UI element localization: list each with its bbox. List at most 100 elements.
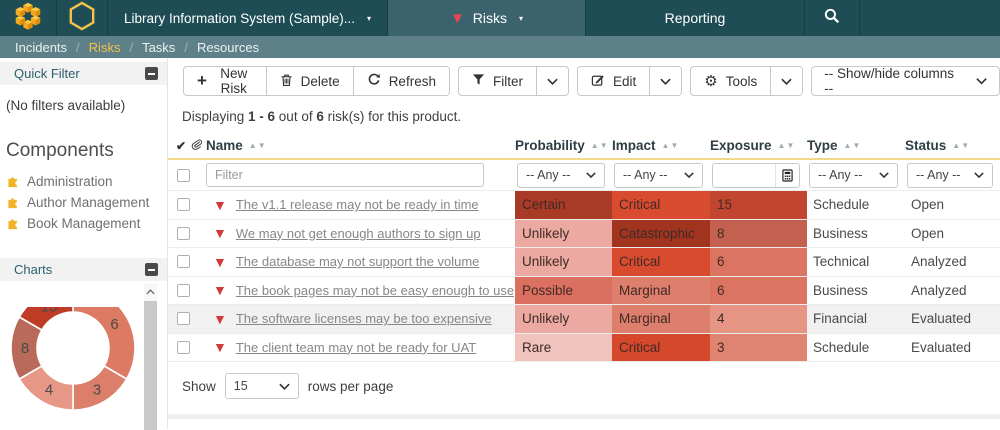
collapse-panel-button[interactable]	[145, 263, 158, 276]
sort-desc-icon[interactable]: ▼	[258, 141, 266, 150]
status-cell: Evaluated	[905, 305, 1000, 333]
row-checkbox[interactable]	[177, 284, 190, 297]
quick-filter-title: Quick Filter	[14, 66, 80, 81]
rows-per-page-select[interactable]: 15	[225, 373, 299, 399]
risk-name-link[interactable]: The software licenses may be too expensi…	[236, 311, 492, 326]
type-filter-select[interactable]: -- Any --	[809, 163, 898, 188]
row-checkbox[interactable]	[177, 255, 190, 268]
puzzle-icon	[6, 194, 20, 212]
scrollbar-thumb[interactable]	[144, 301, 157, 430]
breadcrumb-resources[interactable]: Resources	[197, 40, 259, 55]
row-checkbox[interactable]	[177, 227, 190, 240]
charts-panel-header: Charts	[0, 258, 167, 281]
status-cell: Open	[905, 220, 1000, 248]
filter-button[interactable]: Filter	[458, 66, 536, 96]
component-item-label: Administration	[27, 174, 113, 189]
bottom-divider	[168, 414, 1000, 419]
risk-name-link[interactable]: The v1.1 release may not be ready in tim…	[236, 197, 479, 212]
column-header-status[interactable]: Status ▲▼	[905, 138, 1000, 153]
product-menu[interactable]: Library Information System (Sample)... ▾	[108, 0, 388, 36]
breadcrumb-separator: /	[184, 40, 188, 55]
name-filter-input[interactable]	[206, 163, 484, 187]
sort-desc-icon[interactable]: ▼	[852, 141, 860, 150]
nav-menu-risks[interactable]: ▼ Risks ▾	[388, 0, 586, 36]
tools-dropdown-button[interactable]	[770, 66, 803, 96]
column-header-type[interactable]: Type ▲▼	[807, 138, 905, 153]
sort-asc-icon[interactable]: ▲	[591, 141, 599, 150]
delete-button[interactable]: Delete	[266, 66, 353, 96]
table-filter-row: -- Any -- -- Any --	[168, 160, 1000, 191]
nav-menu-reporting[interactable]: Reporting	[586, 0, 805, 36]
plus-icon: +	[197, 72, 207, 89]
puzzle-icon	[6, 215, 20, 233]
show-hide-columns-select[interactable]: -- Show/hide columns --	[811, 66, 1000, 96]
component-item-author-management[interactable]: Author Management	[0, 192, 167, 213]
row-checkbox[interactable]	[177, 341, 190, 354]
sort-asc-icon[interactable]: ▲	[778, 141, 786, 150]
breadcrumb-tasks[interactable]: Tasks	[142, 40, 175, 55]
select-all-check-icon[interactable]: ✔	[176, 139, 186, 153]
sort-desc-icon[interactable]: ▼	[786, 141, 794, 150]
rows-per-page-label: rows per page	[308, 379, 394, 394]
breadcrumb-incidents[interactable]: Incidents	[15, 40, 67, 55]
tools-button[interactable]: ⚙ Tools	[690, 66, 770, 96]
row-checkbox[interactable]	[177, 198, 190, 211]
type-cell: Financial	[807, 305, 905, 333]
risk-name-link[interactable]: We may not get enough authors to sign up	[236, 226, 481, 241]
edit-split-button: Edit	[577, 66, 682, 96]
column-header-probability[interactable]: Probability ▲▼	[515, 138, 612, 153]
donut-segment-label: 8	[21, 340, 29, 357]
component-item-book-management[interactable]: Book Management	[0, 213, 167, 234]
column-header-impact[interactable]: Impact ▲▼	[612, 138, 710, 153]
sort-desc-icon[interactable]: ▼	[961, 141, 969, 150]
collapse-panel-button[interactable]	[145, 67, 158, 80]
refresh-button[interactable]: Refresh	[353, 66, 450, 96]
select-all-checkbox[interactable]	[177, 169, 190, 182]
sort-desc-icon[interactable]: ▼	[600, 141, 608, 150]
column-header-name[interactable]: Name ▲▼	[206, 138, 515, 153]
table-row: ▼ The client team may not be ready for U…	[168, 334, 1000, 363]
status-filter-select[interactable]: -- Any --	[907, 163, 993, 188]
calculator-button[interactable]	[775, 164, 799, 187]
chevron-down-icon: ▾	[367, 14, 371, 23]
exposure-filter-input[interactable]	[713, 164, 775, 187]
gear-icon: ⚙	[704, 74, 717, 89]
probability-cell: Possible	[515, 277, 612, 305]
navbar-spacer	[860, 0, 1000, 36]
pagination: Show 15 rows per page	[182, 373, 1000, 399]
scrollbar-up-arrow[interactable]	[144, 284, 157, 299]
charts-scrollbar[interactable]	[144, 284, 157, 430]
component-item-administration[interactable]: Administration	[0, 171, 167, 192]
components-title: Components	[6, 140, 167, 162]
chevron-down-icon	[547, 78, 558, 85]
breadcrumb-risks[interactable]: Risks	[89, 40, 121, 55]
main-content: + New Risk Delete	[168, 58, 1000, 429]
workspace-hexagon-button[interactable]	[57, 0, 108, 36]
risk-name-link[interactable]: The database may not support the volume	[236, 254, 480, 269]
exposure-donut-chart[interactable]: 634815	[4, 307, 142, 427]
search-button[interactable]	[805, 0, 860, 36]
sort-asc-icon[interactable]: ▲	[952, 141, 960, 150]
new-risk-button[interactable]: + New Risk	[183, 66, 266, 96]
impact-filter-select[interactable]: -- Any --	[614, 163, 703, 188]
type-cell: Business	[807, 220, 905, 248]
sort-asc-icon[interactable]: ▲	[249, 141, 257, 150]
risk-name-link[interactable]: The book pages may not be easy enough to…	[236, 283, 514, 298]
exposure-cell: 15	[710, 191, 807, 219]
app-logo[interactable]	[0, 0, 57, 36]
column-header-exposure[interactable]: Exposure ▲▼	[710, 138, 807, 153]
probability-filter-select[interactable]: -- Any --	[517, 163, 605, 188]
risk-name-link[interactable]: The client team may not be ready for UAT	[236, 340, 476, 355]
probability-cell: Certain	[515, 191, 612, 219]
donut-segment-label: 6	[110, 316, 118, 333]
funnel-icon	[472, 73, 485, 89]
filter-dropdown-button[interactable]	[536, 66, 569, 96]
trash-icon	[280, 73, 293, 90]
sort-asc-icon[interactable]: ▲	[662, 141, 670, 150]
sort-desc-icon[interactable]: ▼	[670, 141, 678, 150]
sort-asc-icon[interactable]: ▲	[844, 141, 852, 150]
risk-triangle-icon: ▼	[213, 198, 227, 212]
edit-button[interactable]: Edit	[577, 66, 649, 96]
edit-dropdown-button[interactable]	[649, 66, 682, 96]
row-checkbox[interactable]	[177, 312, 190, 325]
